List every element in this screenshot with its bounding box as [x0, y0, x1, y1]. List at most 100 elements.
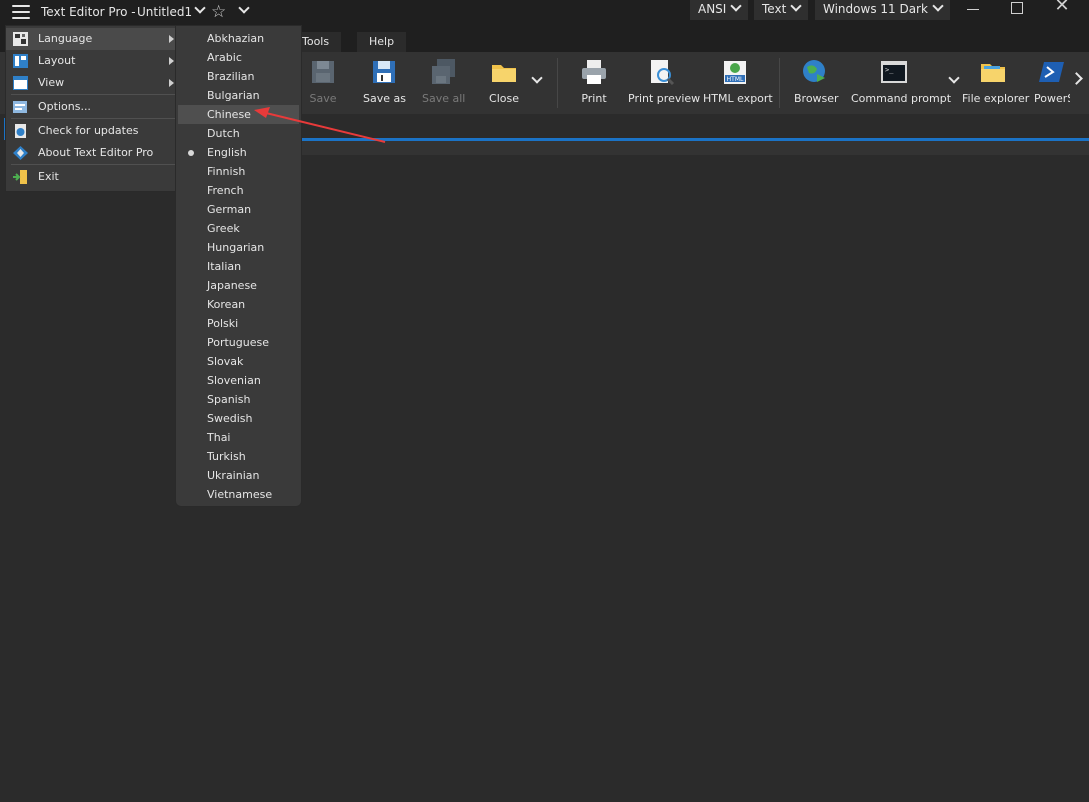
folder-icon: [490, 58, 518, 86]
save-as-icon: [370, 58, 398, 86]
language-item-spanish[interactable]: Spanish: [178, 390, 299, 409]
file-explorer-button[interactable]: File explorer: [962, 58, 1029, 105]
language-item-bulgarian[interactable]: Bulgarian: [178, 86, 299, 105]
language-item-label: English: [207, 146, 247, 159]
print-label: Print: [581, 92, 607, 105]
star-icon[interactable]: ☆: [211, 2, 226, 22]
close-file-button[interactable]: Close: [488, 58, 520, 105]
minimize-button[interactable]: [953, 0, 993, 20]
annotation-arrow-line: [265, 112, 386, 143]
close-icon: ✕: [1054, 0, 1070, 16]
language-item-greek[interactable]: Greek: [178, 219, 299, 238]
language-label: Language: [38, 32, 93, 45]
ribbon-separator: [557, 58, 558, 108]
maximize-button[interactable]: [997, 0, 1037, 20]
svg-text:HTML: HTML: [727, 76, 744, 83]
language-item-turkish[interactable]: Turkish: [178, 447, 299, 466]
language-item-label: Arabic: [207, 51, 242, 64]
powershell-button[interactable]: PowerS: [1034, 58, 1070, 105]
language-item-finnish[interactable]: Finnish: [178, 162, 299, 181]
tab-help[interactable]: Help: [357, 32, 407, 52]
save-all-button[interactable]: Save all: [422, 58, 465, 105]
menu-separator: [11, 164, 177, 165]
save-as-button[interactable]: Save as: [363, 58, 406, 105]
theme-dropdown[interactable]: Windows 11 Dark: [815, 0, 950, 20]
command-prompt-button[interactable]: >_ Command prompt: [851, 58, 951, 105]
menu-item-view[interactable]: View: [6, 72, 182, 94]
command-prompt-chevron-down-icon[interactable]: [944, 72, 960, 88]
language-item-label: Italian: [207, 260, 242, 273]
language-item-ukrainian[interactable]: Ukrainian: [178, 466, 299, 485]
language-item-label: German: [207, 203, 252, 216]
menu-item-check-updates[interactable]: Check for updates: [6, 120, 182, 142]
powershell-icon: [1038, 58, 1066, 86]
save-all-icon: [429, 58, 457, 86]
encoding-value: ANSI: [698, 2, 727, 16]
language-item-vietnamese[interactable]: Vietnamese: [178, 485, 299, 504]
view-icon: [13, 76, 28, 90]
language-item-brazilian[interactable]: Brazilian: [178, 67, 299, 86]
chevron-down-icon: [932, 0, 944, 12]
browser-button[interactable]: Browser: [794, 58, 839, 105]
language-item-label: Vietnamese: [207, 488, 273, 501]
layout-icon: [13, 54, 28, 68]
language-item-swedish[interactable]: Swedish: [178, 409, 299, 428]
language-item-thai[interactable]: Thai: [178, 428, 299, 447]
about-label: About Text Editor Pro: [38, 146, 154, 159]
menu-item-about[interactable]: About Text Editor Pro: [6, 142, 182, 164]
file-explorer-label: File explorer: [962, 92, 1030, 105]
html-export-button[interactable]: HTML HTML export: [703, 58, 773, 105]
options-label: Options...: [38, 100, 91, 113]
language-item-arabic[interactable]: Arabic: [178, 48, 299, 67]
annotation-arrowhead: [254, 107, 270, 118]
print-preview-label: Print preview: [628, 92, 701, 105]
hamburger-menu-icon[interactable]: [12, 5, 30, 19]
mode-dropdown[interactable]: Text: [754, 0, 809, 20]
language-item-portuguese[interactable]: Portuguese: [178, 333, 299, 352]
language-item-french[interactable]: French: [178, 181, 299, 200]
save-button[interactable]: Save: [306, 58, 340, 105]
encoding-dropdown[interactable]: ANSI: [690, 0, 749, 20]
menu-item-options[interactable]: Options...: [6, 96, 182, 118]
language-item-polski[interactable]: Polski: [178, 314, 299, 333]
menu-item-language[interactable]: Language: [6, 28, 182, 50]
language-item-label: Portuguese: [207, 336, 269, 349]
language-item-hungarian[interactable]: Hungarian: [178, 238, 299, 257]
update-icon: [13, 124, 28, 138]
exit-icon: [13, 170, 28, 184]
ribbon-scroll-right-icon[interactable]: [1070, 72, 1083, 85]
html-export-icon: HTML: [721, 58, 749, 86]
language-item-label: Polski: [207, 317, 239, 330]
language-item-slovenian[interactable]: Slovenian: [178, 371, 299, 390]
language-item-german[interactable]: German: [178, 200, 299, 219]
close-window-button[interactable]: ✕: [1042, 0, 1082, 18]
language-icon: [13, 32, 28, 46]
menu-item-layout[interactable]: Layout: [6, 50, 182, 72]
language-item-label: Spanish: [207, 393, 251, 406]
language-item-abkhazian[interactable]: Abkhazian: [178, 29, 299, 48]
print-button[interactable]: Print: [580, 58, 608, 105]
language-item-japanese[interactable]: Japanese: [178, 276, 299, 295]
language-submenu: Abkhazian Arabic Brazilian Bulgarian Chinese…: [175, 25, 302, 507]
language-item-slovak[interactable]: Slovak: [178, 352, 299, 371]
language-item-label: Ukrainian: [207, 469, 260, 482]
menu-item-exit[interactable]: Exit: [6, 166, 182, 188]
ribbon-separator: [779, 58, 780, 108]
language-item-korean[interactable]: Korean: [178, 295, 299, 314]
language-item-label: Korean: [207, 298, 246, 311]
document-chevron-down-icon[interactable]: [190, 2, 206, 18]
maximize-icon: [1011, 2, 1023, 14]
language-item-label: Turkish: [207, 450, 246, 463]
document-title[interactable]: Untitled1: [137, 5, 192, 19]
print-preview-button[interactable]: Print preview: [628, 58, 700, 105]
view-label: View: [38, 76, 65, 89]
close-label: Close: [489, 92, 519, 105]
language-item-label: Chinese: [207, 108, 251, 121]
title-bar: Text Editor Pro - Untitled1 ☆ ANSI Text …: [0, 0, 1089, 24]
close-chevron-down-icon[interactable]: [527, 72, 543, 88]
language-item-label: Abkhazian: [207, 32, 265, 45]
language-item-italian[interactable]: Italian: [178, 257, 299, 276]
html-export-label: HTML export: [703, 92, 773, 105]
chevron-down-icon[interactable]: [234, 2, 250, 18]
command-prompt-icon: >_: [880, 58, 908, 86]
